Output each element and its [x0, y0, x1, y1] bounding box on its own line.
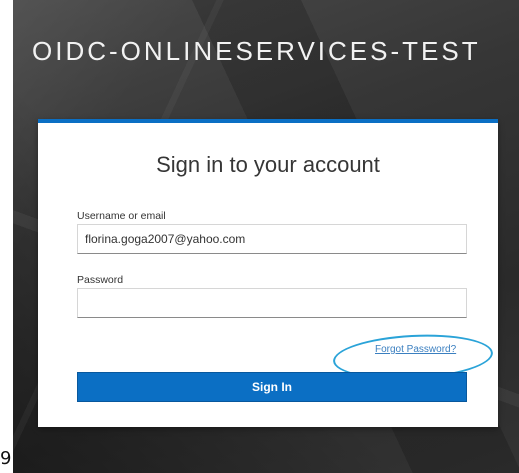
username-input[interactable] [77, 224, 467, 254]
login-background: OIDC-ONLINESERVICES-TEST Sign in to your… [13, 0, 519, 473]
realm-title: OIDC-ONLINESERVICES-TEST [32, 36, 481, 66]
forgot-password-link[interactable]: Forgot Password? [375, 344, 456, 355]
login-card: Sign in to your account Username or emai… [38, 119, 498, 427]
sign-in-button[interactable]: Sign In [77, 372, 467, 402]
password-input[interactable] [77, 288, 467, 318]
page: 9 OIDC-ONLINESERVICES-TEST Sign in to yo… [0, 0, 519, 473]
username-label: Username or email [77, 210, 166, 222]
password-label: Password [77, 274, 124, 286]
stray-character: 9 [0, 448, 12, 469]
login-card-title: Sign in to your account [156, 152, 380, 177]
